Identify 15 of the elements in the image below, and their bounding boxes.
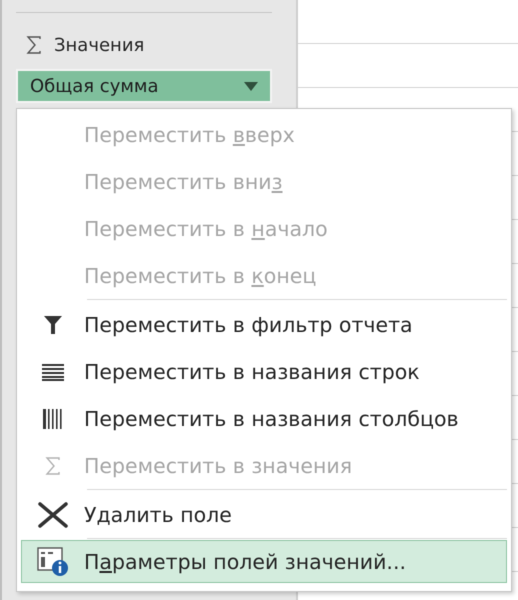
sigma-icon [26,36,42,54]
section-title: Значения [54,34,144,56]
close-icon [38,502,68,528]
menu-item[interactable]: Удалить поле [21,491,507,538]
sigma-icon [45,456,61,474]
menu-item[interactable]: Переместить в фильтр отчета [21,301,507,348]
menu-item[interactable]: Параметры полей значений... [21,540,507,583]
menu-item[interactable]: Переместить в названия строк [21,348,507,395]
filter-icon [43,314,63,334]
caret-icon [244,82,258,90]
field-settings-icon [37,546,69,576]
menu-item[interactable]: Переместить в названия столбцов [21,395,507,442]
field-dropdown[interactable]: Общая сумма [16,69,272,103]
rows-icon [42,362,64,380]
columns-icon [43,408,63,428]
